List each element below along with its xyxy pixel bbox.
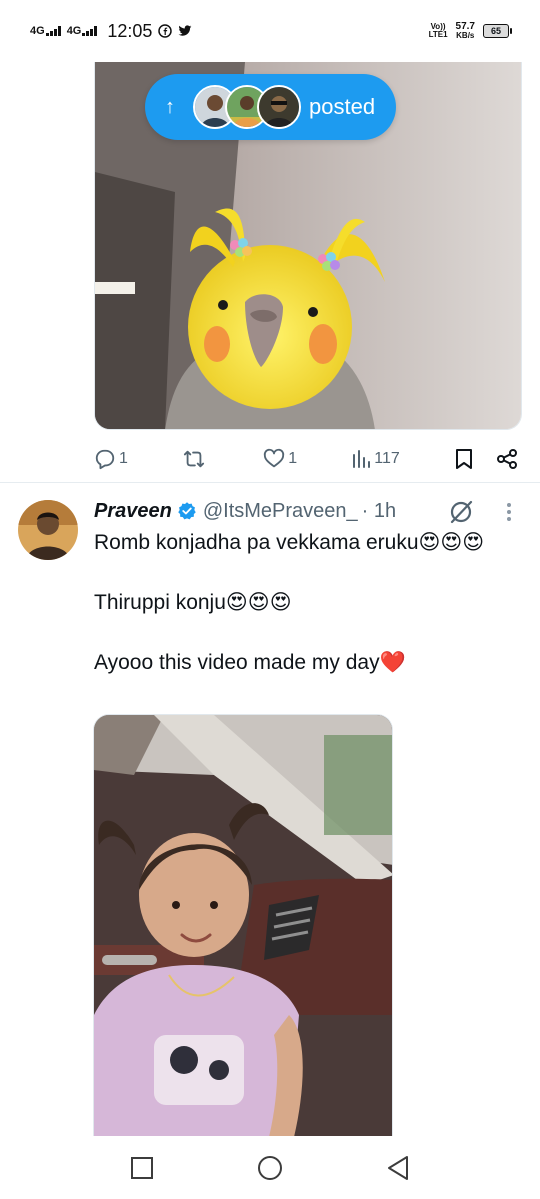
author-handle[interactable]: @ItsMePraveen_ (203, 500, 358, 523)
android-nav-bar (0, 1136, 540, 1199)
status-bar: 4G 4G 12:05 Vo)) LTE1 57.7 KB/s 65 (0, 0, 540, 62)
heart-icon (264, 448, 285, 468)
views-button[interactable]: 117 (351, 449, 400, 469)
avatar (257, 85, 301, 129)
new-posts-pill[interactable]: ↑ posted (145, 74, 396, 140)
more-options-icon[interactable] (505, 500, 513, 524)
reply-icon (95, 449, 115, 470)
share-button[interactable] (496, 448, 518, 470)
author-name[interactable]: Praveen (94, 500, 172, 523)
clock: 12:05 (107, 20, 153, 41)
reply-count: 1 (119, 450, 128, 467)
retweet-button[interactable] (182, 448, 209, 470)
retweet-icon (183, 450, 205, 468)
tweet-divider (0, 482, 540, 483)
signal-bars-icon (45, 26, 61, 36)
avatar[interactable] (18, 500, 78, 560)
home-icon[interactable] (256, 1154, 284, 1182)
tweet-timestamp: · 1h (361, 499, 397, 522)
views-icon (353, 450, 371, 468)
tweet-line: Romb konjadha pa vekkama eruku😍😍😍 (94, 531, 485, 554)
verified-badge-icon (178, 502, 196, 520)
tweet-actions-bar: 1 1 117 (94, 440, 518, 478)
twitter-icon (178, 24, 192, 38)
tweet-media-video[interactable] (93, 714, 393, 1136)
like-count: 1 (288, 450, 298, 467)
grok-icon[interactable] (448, 499, 474, 525)
views-count: 117 (374, 450, 400, 467)
volte-indicator: Vo)) LTE1 (429, 23, 448, 39)
reply-button[interactable]: 1 (94, 448, 128, 470)
network-2-label: 4G (66, 25, 82, 37)
share-icon (496, 449, 517, 469)
bookmark-button[interactable] (454, 448, 474, 470)
volte-bottom-label: LTE1 (428, 30, 448, 39)
like-button[interactable]: 1 (263, 448, 297, 470)
posted-label: posted (309, 94, 376, 119)
signal-bars-icon (82, 26, 98, 36)
battery-level: 65 (483, 24, 509, 38)
network-2-indicator: 4G (66, 25, 98, 37)
posted-avatars (193, 85, 301, 129)
battery-icon: 65 (483, 24, 512, 38)
bookmark-icon (455, 449, 472, 469)
data-speed-indicator: 57.7 KB/s (456, 22, 475, 40)
facebook-icon (158, 24, 173, 38)
network-1-indicator: 4G (30, 25, 61, 37)
tweet-line: Ayooo this video made my day❤️ (94, 651, 406, 674)
speed-unit: KB/s (456, 31, 475, 40)
network-1-label: 4G (30, 25, 45, 37)
back-icon[interactable] (385, 1154, 411, 1182)
tweet-text: Romb konjadha pa vekkama eruku😍😍😍 Thirup… (94, 528, 514, 677)
recent-apps-icon[interactable] (129, 1155, 155, 1181)
arrow-up-icon: ↑ (165, 95, 175, 118)
tweet-line: Thiruppi konju😍😍😍 (94, 591, 292, 614)
